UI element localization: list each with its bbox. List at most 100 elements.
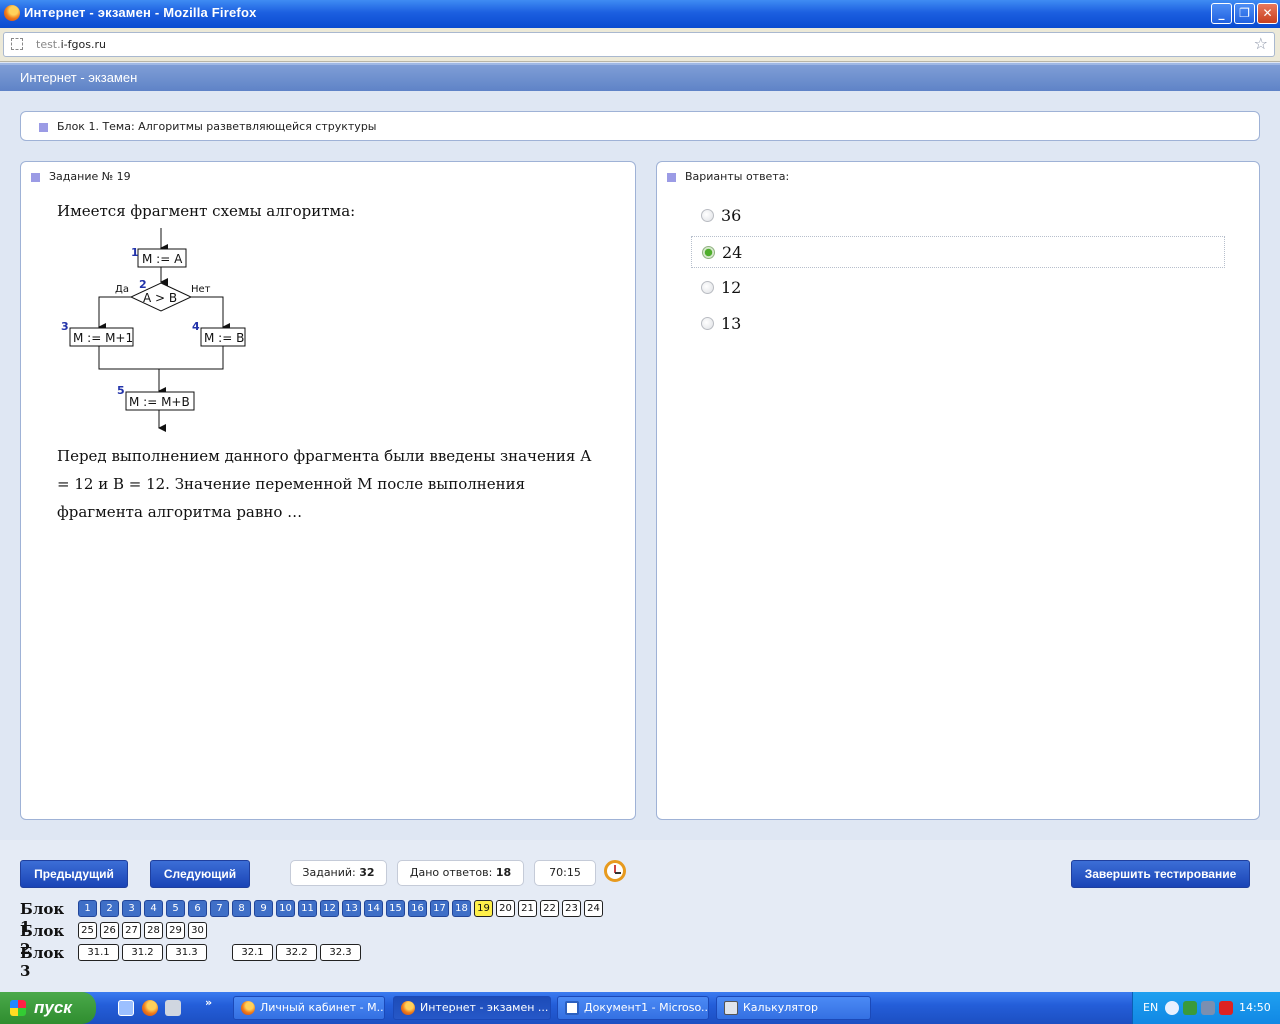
page-content: Блок 1. Тема: Алгоритмы разветвляющейся …: [0, 91, 1280, 840]
flow-num-4: 4: [192, 320, 200, 333]
bullet-square-icon: [667, 172, 676, 182]
answers-caption: Варианты ответа:: [667, 170, 789, 183]
taskbar-item[interactable]: Документ1 - Microso...: [557, 996, 709, 1020]
test-controls: Предыдущий Следующий Заданий: 32 Дано от…: [0, 840, 1280, 992]
flow-num-3: 3: [61, 320, 69, 333]
task-number-cell[interactable]: 2: [100, 900, 119, 917]
task-number-cell[interactable]: 32.2: [276, 944, 317, 961]
task-number-cell[interactable]: 25: [78, 922, 97, 939]
answer-label[interactable]: 24: [722, 243, 742, 262]
task-number-cell[interactable]: 21: [518, 900, 537, 917]
os-taskbar: пуск » Личный кабинет - M... Интернет - …: [0, 992, 1280, 1024]
taskbar-item[interactable]: Калькулятор: [716, 996, 871, 1020]
answer-option[interactable]: 13: [691, 308, 1225, 340]
next-button[interactable]: Следующий: [150, 860, 250, 888]
bullet-square-icon: [39, 122, 48, 132]
task-number-cell[interactable]: 27: [122, 922, 141, 939]
url-field[interactable]: test.i-fgos.ru ☆: [3, 32, 1275, 57]
task-number-cell[interactable]: 10: [276, 900, 295, 917]
start-button[interactable]: пуск: [0, 992, 96, 1024]
task-number-cell[interactable]: 16: [408, 900, 427, 917]
task-number-cell[interactable]: 17: [430, 900, 449, 917]
block-label: Блок 3: [20, 944, 65, 980]
minimize-button[interactable]: _: [1211, 3, 1232, 24]
system-tray: EN 14:50: [1132, 992, 1280, 1024]
task-number-cell[interactable]: 1: [78, 900, 97, 917]
task-number-cell[interactable]: 8: [232, 900, 251, 917]
flow-step-3: M := M+1: [73, 331, 133, 345]
answer-option[interactable]: 12: [691, 272, 1225, 304]
task-number-cell[interactable]: 20: [496, 900, 515, 917]
task-number-cell[interactable]: 19: [474, 900, 493, 917]
network-icon[interactable]: [1183, 1001, 1197, 1015]
task-number-cell[interactable]: 31.1: [78, 944, 119, 961]
task-number-cell[interactable]: 13: [342, 900, 361, 917]
flow-num-2: 2: [139, 278, 147, 291]
radio-button[interactable]: [701, 281, 714, 294]
firefox-icon: [401, 1001, 415, 1015]
task-number-cell[interactable]: 22: [540, 900, 559, 917]
block-topic-bar: Блок 1. Тема: Алгоритмы разветвляющейся …: [20, 111, 1260, 141]
window-titlebar[interactable]: Интернет - экзамен - Mozilla Firefox _ ❐…: [0, 0, 1280, 28]
tray-expand-icon[interactable]: [1165, 1001, 1179, 1015]
timer: 70:15: [534, 860, 596, 886]
radio-button[interactable]: [701, 317, 714, 330]
bullet-square-icon: [31, 172, 40, 182]
task-number-cell[interactable]: 7: [210, 900, 229, 917]
task-number-cell[interactable]: 3: [122, 900, 141, 917]
radio-button[interactable]: [702, 246, 715, 259]
task-number-cell[interactable]: 12: [320, 900, 339, 917]
show-desktop-icon[interactable]: [118, 1000, 134, 1016]
antivirus-icon[interactable]: [1219, 1001, 1233, 1015]
site-identity-icon[interactable]: [11, 38, 23, 50]
task-number-cell[interactable]: 5: [166, 900, 185, 917]
taskbar-item-active[interactable]: Интернет - экзамен ...: [393, 996, 551, 1020]
close-button[interactable]: ✕: [1257, 3, 1278, 24]
firefox-quicklaunch-icon[interactable]: [142, 1000, 158, 1016]
task-number-cell[interactable]: 28: [144, 922, 163, 939]
answer-option[interactable]: 24: [691, 236, 1225, 268]
flow-condition: A > B: [143, 291, 177, 305]
previous-button[interactable]: Предыдущий: [20, 860, 128, 888]
finish-test-button[interactable]: Завершить тестирование: [1071, 860, 1250, 888]
language-indicator[interactable]: EN: [1143, 1001, 1158, 1014]
task-number-cell[interactable]: 14: [364, 900, 383, 917]
task-number-cell[interactable]: 31.3: [166, 944, 207, 961]
task-number-cell[interactable]: 32.3: [320, 944, 361, 961]
quicklaunch-more-icon[interactable]: »: [205, 996, 212, 1009]
firefox-icon: [4, 5, 20, 21]
flow-step-4: M := B: [204, 331, 244, 345]
quicklaunch-tool-icon[interactable]: [165, 1000, 181, 1016]
taskbar-item[interactable]: Личный кабинет - M...: [233, 996, 385, 1020]
app-header: Интернет - экзамен: [0, 63, 1280, 91]
answer-label[interactable]: 36: [721, 206, 741, 225]
bookmark-star-icon[interactable]: ☆: [1254, 34, 1268, 53]
task-number-cell[interactable]: 30: [188, 922, 207, 939]
task-number-cell[interactable]: 24: [584, 900, 603, 917]
answer-options: 36 24 12 13: [691, 200, 1225, 344]
task-number-cell[interactable]: 18: [452, 900, 471, 917]
task-number-cell[interactable]: 29: [166, 922, 185, 939]
task-number-cell[interactable]: 31.2: [122, 944, 163, 961]
firefox-icon: [241, 1001, 255, 1015]
maximize-button[interactable]: ❐: [1234, 3, 1255, 24]
flow-yes-label: Да: [115, 284, 129, 295]
answer-label[interactable]: 12: [721, 278, 741, 297]
task-number-cell[interactable]: 4: [144, 900, 163, 917]
task-panel: Задание № 19 Имеется фрагмент схемы алго…: [20, 161, 636, 820]
task-number-cell[interactable]: 26: [100, 922, 119, 939]
safely-remove-icon[interactable]: [1201, 1001, 1215, 1015]
tasks-count: Заданий: 32: [290, 860, 387, 886]
task-question: Перед выполнением данного фрагмента были…: [57, 447, 592, 521]
task-number-cell[interactable]: 15: [386, 900, 405, 917]
flow-step-1: M := A: [142, 252, 183, 266]
task-number-cell[interactable]: 23: [562, 900, 581, 917]
radio-button[interactable]: [701, 209, 714, 222]
task-number-cell[interactable]: 6: [188, 900, 207, 917]
task-number-cell[interactable]: 9: [254, 900, 273, 917]
navigation-toolbar: test.i-fgos.ru ☆: [0, 28, 1280, 62]
answer-option[interactable]: 36: [691, 200, 1225, 232]
task-number-cell[interactable]: 32.1: [232, 944, 273, 961]
answer-label[interactable]: 13: [721, 314, 741, 333]
task-number-cell[interactable]: 11: [298, 900, 317, 917]
